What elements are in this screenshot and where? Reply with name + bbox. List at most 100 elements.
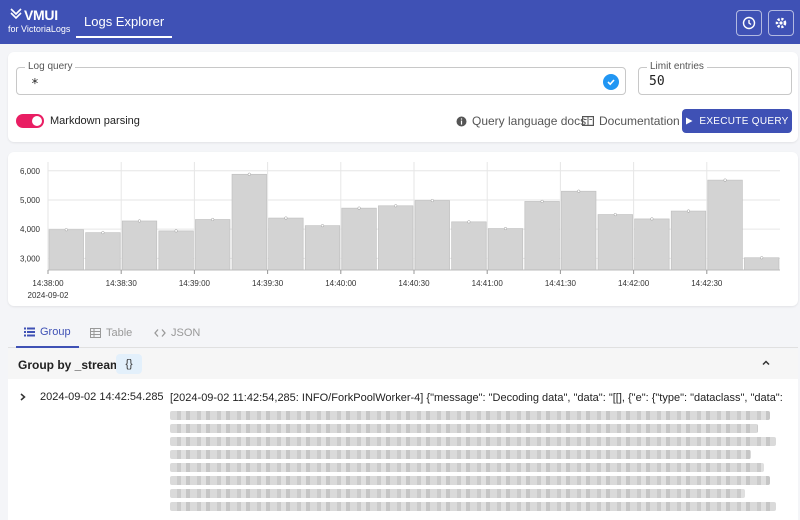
logo-icon (10, 8, 22, 20)
x-tick-label: 14:38:30 (106, 279, 138, 288)
bar-point (394, 204, 398, 208)
execute-query-button[interactable]: EXECUTE QUERY (682, 109, 792, 133)
tab-json[interactable]: JSON (146, 318, 208, 348)
hits-histogram[interactable]: 6,000 5,000 4,000 3,000 14:38:00 14:38:30 14:3… (8, 152, 798, 306)
histogram-bar (304, 225, 341, 271)
bar-point (101, 231, 105, 235)
play-icon (686, 117, 693, 125)
redacted-log-text (170, 407, 782, 520)
x-tick-label: 14:42:30 (691, 279, 723, 288)
logo-text: VMUI (24, 7, 58, 23)
histogram-bar (451, 221, 487, 271)
bar-point (247, 172, 251, 176)
bar-point (284, 216, 288, 220)
histogram-bar (268, 217, 304, 271)
limit-entries-input[interactable]: 50 (649, 74, 665, 89)
vmui-logo[interactable]: VMUI for VictoriaLogs (8, 6, 71, 38)
histogram-bar (231, 173, 267, 271)
limit-entries-label: Limit entries (647, 61, 707, 73)
bar-point (650, 217, 654, 221)
bar-point (503, 227, 508, 231)
x-tick-label: 14:38:00 (32, 279, 64, 288)
histogram-bar (48, 229, 84, 271)
y-tick-label: 3,000 (20, 254, 41, 263)
log-query-field[interactable]: Log query * (16, 61, 626, 95)
chevron-right-icon[interactable] (18, 392, 28, 402)
bar-point (686, 209, 691, 213)
histogram-panel: 6,000 5,000 4,000 3,000 14:38:00 14:38:30 14:3… (8, 152, 798, 306)
logo-subtitle: for VictoriaLogs (8, 24, 71, 34)
x-tick-label: 14:39:30 (252, 279, 284, 288)
query-docs-link[interactable]: Query language docs (456, 113, 586, 129)
histogram-bar (121, 220, 158, 271)
bar-point (723, 178, 727, 182)
documentation-link[interactable]: Documentation (582, 113, 680, 129)
group-panel: Group by _stream: {} 2024-09-02 14:42:54… (8, 349, 798, 520)
list-icon (24, 327, 35, 337)
bar-point (467, 220, 471, 224)
code-icon (154, 329, 166, 337)
bar-point (577, 189, 581, 193)
execute-query-label: EXECUTE QUERY (699, 115, 789, 127)
histogram-bar (634, 218, 670, 271)
query-docs-label: Query language docs (472, 114, 587, 128)
info-icon (456, 116, 467, 126)
markdown-label: Markdown parsing (50, 115, 140, 127)
tab-table-label: Table (106, 327, 133, 339)
log-row-message: [2024-09-02 11:42:54,285: INFO/ForkPoolW… (170, 392, 783, 404)
chevron-up-icon[interactable] (760, 357, 772, 369)
bar-point (320, 224, 325, 228)
y-tick-label: 4,000 (20, 225, 41, 234)
histogram-bar (597, 214, 633, 271)
histogram-bar (158, 230, 194, 271)
toggle-knob (32, 116, 42, 126)
histogram-bar (744, 257, 780, 271)
x-tick-label: 14:42:00 (618, 279, 650, 288)
bar-point (174, 229, 178, 233)
bar-point (64, 228, 68, 232)
histogram-bar (341, 207, 377, 271)
group-header[interactable]: Group by _stream: {} (8, 349, 798, 379)
nav-tab-logs-explorer[interactable]: Logs Explorer (76, 8, 173, 38)
view-tabs: Group Table JSON (8, 318, 798, 348)
limit-entries-field[interactable]: Limit entries 50 (638, 61, 792, 95)
bar-point (357, 206, 361, 210)
histogram-bar (85, 232, 121, 271)
x-tick-label: 14:41:00 (472, 279, 504, 288)
log-query-input[interactable]: * (31, 77, 39, 92)
x-tick-label: 14:41:30 (545, 279, 577, 288)
histogram-bar (707, 179, 743, 271)
x-date-label: 2024-09-02 (28, 291, 69, 300)
bar-point (540, 199, 544, 203)
histogram-bar (414, 200, 450, 271)
group-by-label: Group by _stream: (18, 358, 125, 372)
tab-json-label: JSON (171, 327, 201, 339)
clock-icon (742, 16, 756, 30)
settings-button[interactable] (768, 10, 794, 36)
histogram-bar (670, 210, 707, 271)
histogram-bar (561, 190, 597, 271)
x-tick-label: 14:40:30 (398, 279, 430, 288)
timezone-button[interactable] (736, 10, 762, 36)
bar-point (760, 256, 764, 260)
y-tick-label: 6,000 (20, 167, 41, 176)
table-icon (90, 328, 101, 338)
y-tick-label: 5,000 (20, 196, 41, 205)
documentation-label: Documentation (599, 114, 680, 128)
query-panel: Log query * Limit entries 50 Markdown pa… (8, 52, 798, 142)
log-row-time: 2024-09-02 14:42:54.285 (40, 391, 164, 403)
tab-group-label: Group (40, 326, 71, 338)
bar-point (613, 212, 617, 217)
check-icon (603, 74, 619, 90)
bar-point (430, 198, 434, 203)
x-tick-label: 14:39:00 (179, 279, 211, 288)
top-bar: VMUI for VictoriaLogs Logs Explorer (0, 0, 800, 44)
bar-point (211, 217, 215, 222)
histogram-bar (378, 205, 414, 271)
gear-icon (775, 17, 787, 29)
histogram-bar (195, 219, 231, 271)
markdown-toggle[interactable] (16, 114, 44, 128)
stream-chip[interactable]: {} (116, 354, 142, 374)
tab-group[interactable]: Group (16, 318, 79, 348)
tab-table[interactable]: Table (82, 318, 140, 348)
